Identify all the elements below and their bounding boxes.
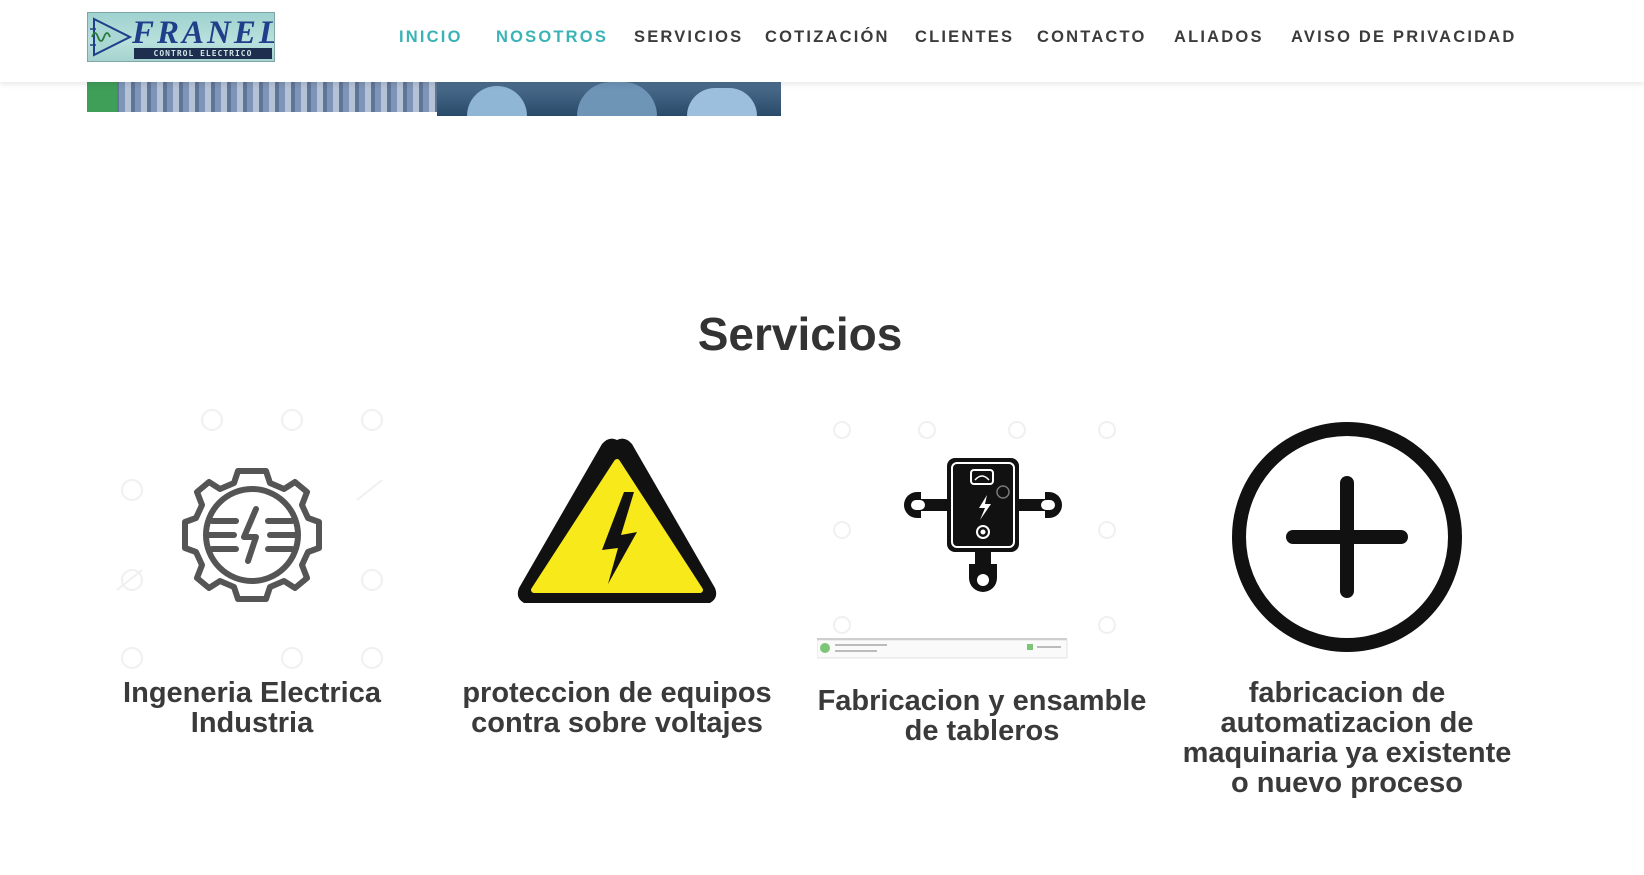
nav-contacto[interactable]: CONTACTO bbox=[1037, 26, 1147, 48]
service-title: Ingeneria Electrica Industria bbox=[123, 677, 381, 739]
hero-image-left bbox=[87, 82, 437, 112]
service-title: Fabricacion y ensamble de tableros bbox=[817, 685, 1147, 747]
site-header: FRANEL CONTROL ELECTRICO INICIO NOSOTROS… bbox=[0, 0, 1644, 82]
nav-clientes[interactable]: CLIENTES bbox=[915, 26, 1014, 48]
nav-aviso-privacidad[interactable]: AVISO DE PRIVACIDAD bbox=[1291, 26, 1516, 48]
nav-cotizacion[interactable]: COTIZACIÓN bbox=[765, 26, 890, 48]
services-section-title: Servicios bbox=[697, 308, 903, 360]
service-title: proteccion de equipos contra sobre volta… bbox=[462, 677, 772, 739]
gear-lightning-icon bbox=[116, 409, 383, 669]
main-nav: INICIO NOSOTROS SERVICIOS COTIZACIÓN CLI… bbox=[0, 26, 1644, 48]
service-title: fabricacion de automatizacion de maquina… bbox=[1182, 677, 1512, 799]
plus-circle-icon bbox=[1232, 422, 1462, 652]
high-voltage-warning-icon bbox=[517, 438, 717, 603]
hero-image-right bbox=[437, 82, 781, 116]
nav-nosotros[interactable]: NOSOTROS bbox=[496, 26, 608, 48]
nav-servicios[interactable]: SERVICIOS bbox=[634, 26, 743, 48]
nav-aliados[interactable]: ALIADOS bbox=[1174, 26, 1264, 48]
electrical-panel-icon bbox=[817, 421, 1116, 659]
logo-tagline: CONTROL ELECTRICO bbox=[134, 48, 272, 59]
nav-inicio[interactable]: INICIO bbox=[399, 26, 463, 48]
